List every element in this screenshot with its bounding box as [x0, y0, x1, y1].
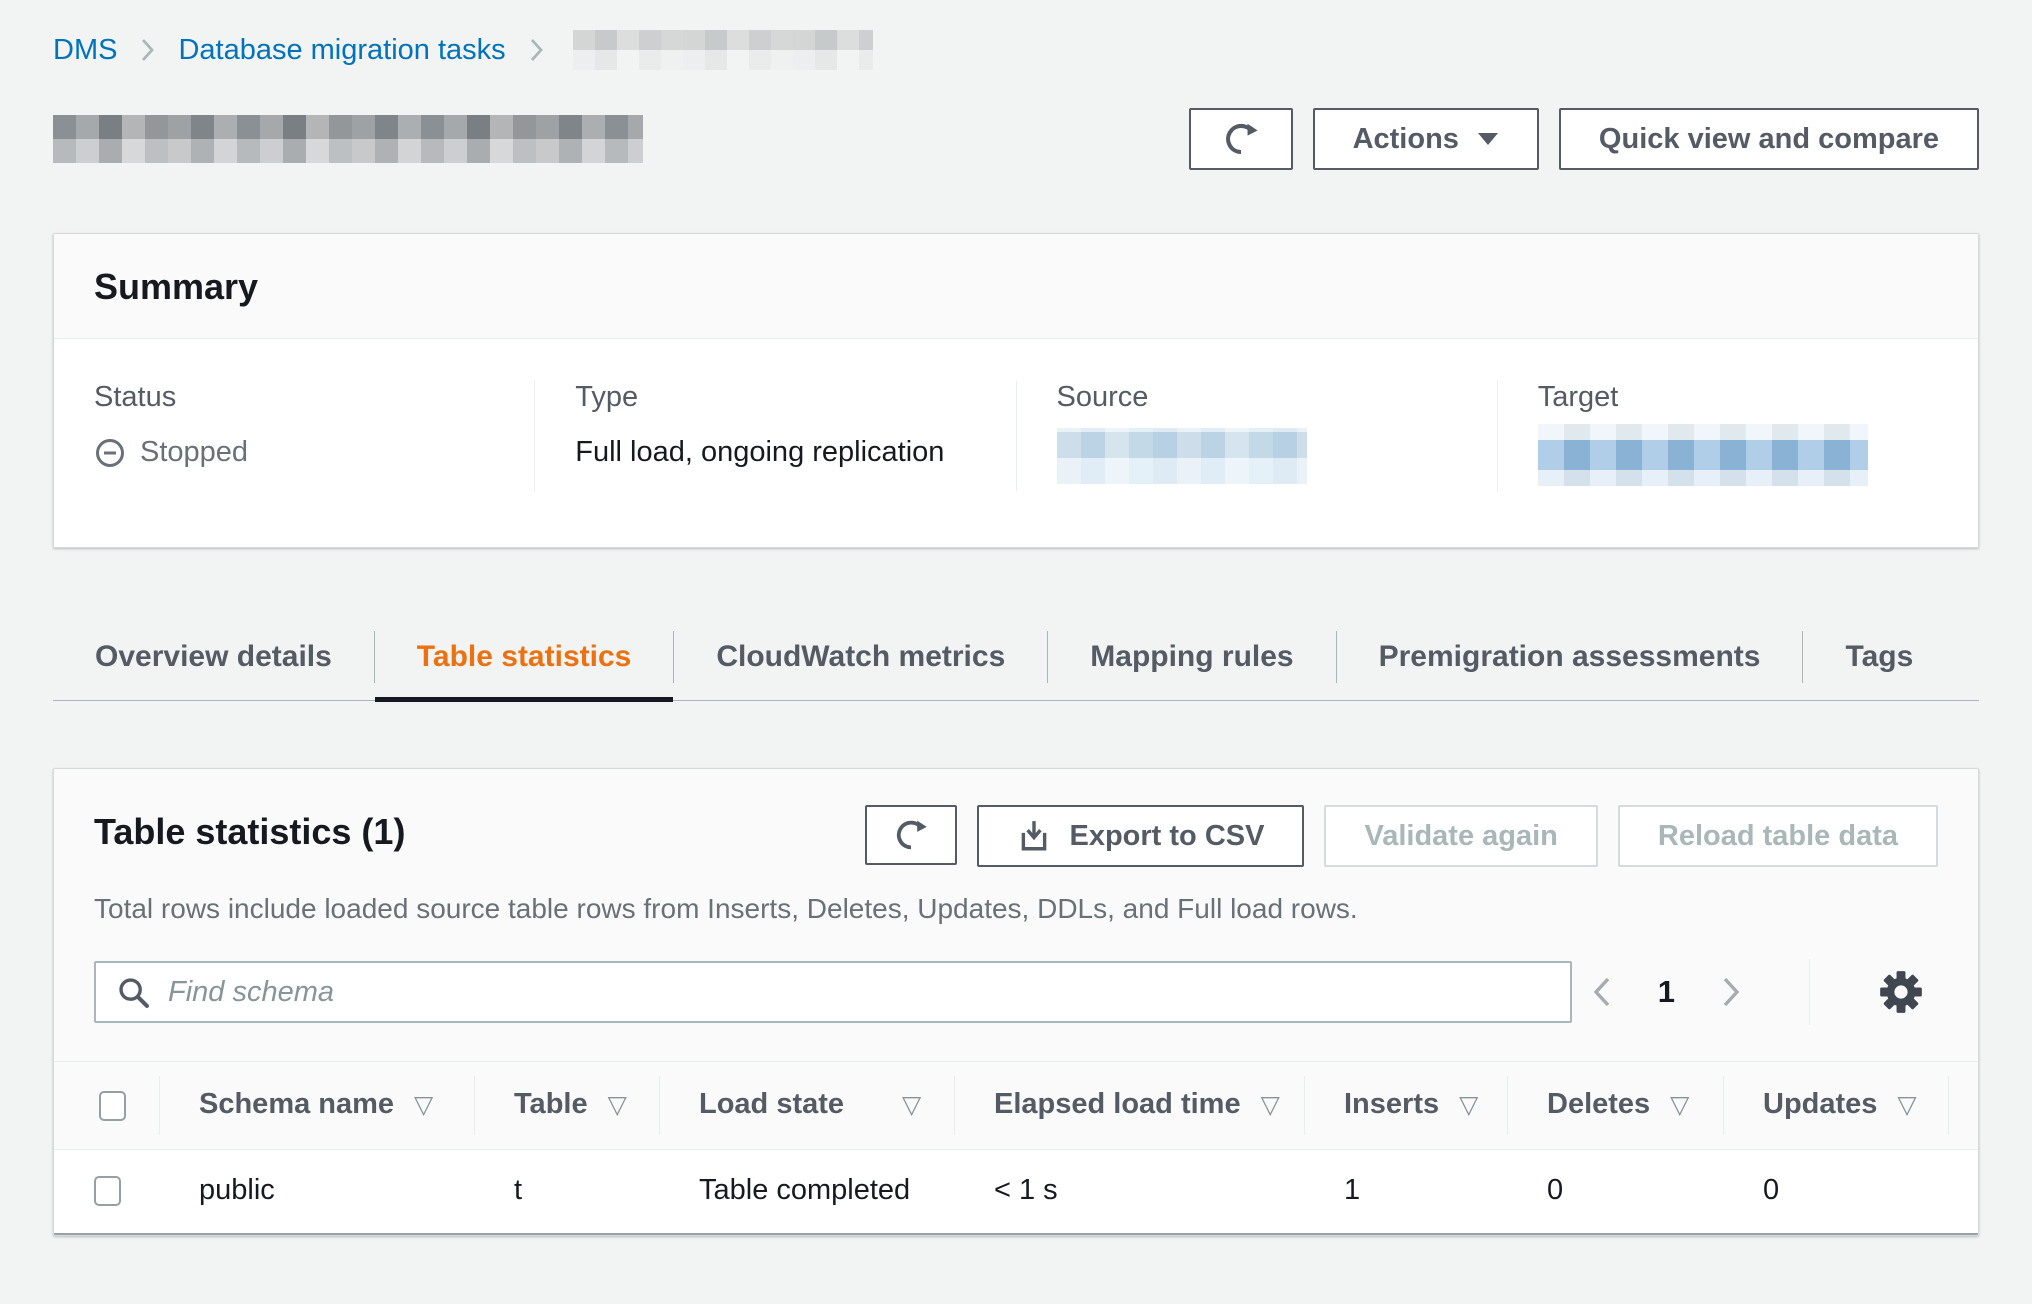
pagination: 1 [1590, 959, 1938, 1025]
page-header: Actions Quick view and compare [53, 108, 1979, 170]
search-icon [116, 975, 152, 1011]
tab-premigration-assessments[interactable]: Premigration assessments [1337, 613, 1803, 700]
cell-load-state: Table completed [659, 1150, 954, 1233]
sort-icon: ▽ [1261, 1091, 1280, 1119]
export-to-csv-button[interactable]: Export to CSV [977, 805, 1304, 867]
type-label: Type [575, 381, 975, 414]
gear-icon [1878, 969, 1924, 1015]
cell-ddls: 0 [1948, 1150, 1979, 1233]
source-value-redacted [1057, 428, 1307, 484]
column-header-load-state[interactable]: Load state▽ [659, 1062, 954, 1149]
quick-view-and-compare-button[interactable]: Quick view and compare [1559, 108, 1979, 170]
summary-title: Summary [94, 266, 1938, 308]
source-label: Source [1057, 381, 1457, 414]
page-title-redacted [53, 115, 643, 163]
summary-field-source: Source [1016, 381, 1497, 491]
cell-updates: 0 [1723, 1150, 1948, 1233]
breadcrumb-link-dms[interactable]: DMS [53, 34, 117, 67]
cell-schema-name: public [159, 1150, 474, 1233]
validate-again-button[interactable]: Validate again [1324, 805, 1597, 867]
quick-view-button-label: Quick view and compare [1599, 123, 1939, 156]
column-header-elapsed-load-time[interactable]: Elapsed load time▽ [954, 1062, 1304, 1149]
chevron-left-icon [1590, 974, 1614, 1010]
chevron-right-icon [528, 36, 545, 64]
table-settings-button[interactable] [1864, 969, 1938, 1015]
summary-panel: Summary Status Stopped Type Full load, o… [53, 233, 1979, 548]
column-header-inserts[interactable]: Inserts▽ [1304, 1062, 1507, 1149]
tab-bar: Overview details Table statistics CloudW… [53, 613, 1979, 701]
download-icon [1017, 819, 1051, 853]
table-statistics-panel: Table statistics (1) [53, 768, 1979, 1236]
table-refresh-button[interactable] [865, 805, 957, 865]
caret-down-icon [1477, 132, 1499, 146]
summary-field-type: Type Full load, ongoing replication [534, 381, 1015, 491]
next-page-button[interactable] [1719, 974, 1743, 1010]
table-row: public t Table completed < 1 s 1 0 0 0 [54, 1150, 1979, 1235]
filter-row: 1 [94, 959, 1938, 1061]
breadcrumb-link-tasks[interactable]: Database migration tasks [178, 34, 505, 67]
cell-table: t [474, 1150, 659, 1233]
sort-icon: ▽ [414, 1091, 433, 1119]
tab-tags[interactable]: Tags [1803, 613, 1955, 700]
status-value: Stopped [140, 436, 248, 469]
refresh-button[interactable] [1189, 108, 1293, 170]
summary-field-target: Target [1497, 381, 1978, 491]
cell-inserts: 1 [1304, 1150, 1507, 1233]
actions-button[interactable]: Actions [1313, 108, 1539, 170]
stopped-status-icon [94, 437, 126, 469]
sort-icon: ▽ [1459, 1091, 1478, 1119]
previous-page-button[interactable] [1590, 974, 1614, 1010]
target-value-redacted [1538, 424, 1868, 486]
sort-icon: ▽ [1670, 1091, 1689, 1119]
summary-field-status: Status Stopped [54, 381, 534, 491]
cell-elapsed-load-time: < 1 s [954, 1150, 1304, 1233]
tab-overview-details[interactable]: Overview details [53, 613, 374, 700]
page: DMS Database migration tasks Actions [0, 30, 2032, 1236]
summary-body: Status Stopped Type Full load, ongoing r… [54, 339, 1978, 547]
column-header-table[interactable]: Table▽ [474, 1062, 659, 1149]
header-actions: Actions Quick view and compare [1189, 108, 1979, 170]
tab-mapping-rules[interactable]: Mapping rules [1048, 613, 1335, 700]
column-header-updates[interactable]: Updates▽ [1723, 1062, 1948, 1149]
select-all-checkbox[interactable] [99, 1091, 126, 1121]
pagination-divider [1809, 959, 1810, 1025]
chevron-right-icon [139, 36, 156, 64]
breadcrumb: DMS Database migration tasks [53, 30, 1979, 70]
sort-icon: ▽ [902, 1091, 921, 1119]
page-number-button[interactable]: 1 [1658, 974, 1675, 1010]
sort-icon: ▽ [1897, 1091, 1916, 1119]
sort-icon: ▽ [608, 1091, 627, 1119]
export-button-label: Export to CSV [1069, 820, 1264, 853]
summary-panel-header: Summary [54, 234, 1978, 339]
refresh-icon [893, 817, 929, 853]
table-actions: Export to CSV Validate again Reload tabl… [865, 805, 1938, 867]
refresh-icon [1222, 120, 1260, 158]
reload-button-label: Reload table data [1658, 820, 1898, 853]
row-checkbox[interactable] [94, 1176, 121, 1206]
chevron-right-icon [1719, 974, 1743, 1010]
status-label: Status [94, 381, 494, 414]
target-label: Target [1538, 381, 1938, 414]
tab-table-statistics[interactable]: Table statistics [375, 613, 674, 700]
actions-button-label: Actions [1353, 123, 1459, 156]
cell-deletes: 0 [1507, 1150, 1723, 1233]
validate-button-label: Validate again [1364, 820, 1557, 853]
table-statistics-title: Table statistics (1) [94, 805, 405, 853]
find-schema-search-input[interactable] [94, 961, 1572, 1023]
column-header-ddls[interactable]: DDLs▽ [1948, 1062, 1979, 1149]
tab-cloudwatch-metrics[interactable]: CloudWatch metrics [674, 613, 1047, 700]
column-header-schema-name[interactable]: Schema name▽ [159, 1062, 474, 1149]
table-statistics-header: Table statistics (1) [54, 769, 1978, 1061]
table-statistics-description: Total rows include loaded source table r… [94, 893, 1938, 925]
column-header-deletes[interactable]: Deletes▽ [1507, 1062, 1723, 1149]
reload-table-data-button[interactable]: Reload table data [1618, 805, 1938, 867]
breadcrumb-redacted-task-name [573, 30, 873, 70]
table-header-row: Schema name▽ Table▽ Load state▽ Elapsed … [54, 1061, 1979, 1150]
type-value: Full load, ongoing replication [575, 436, 975, 469]
